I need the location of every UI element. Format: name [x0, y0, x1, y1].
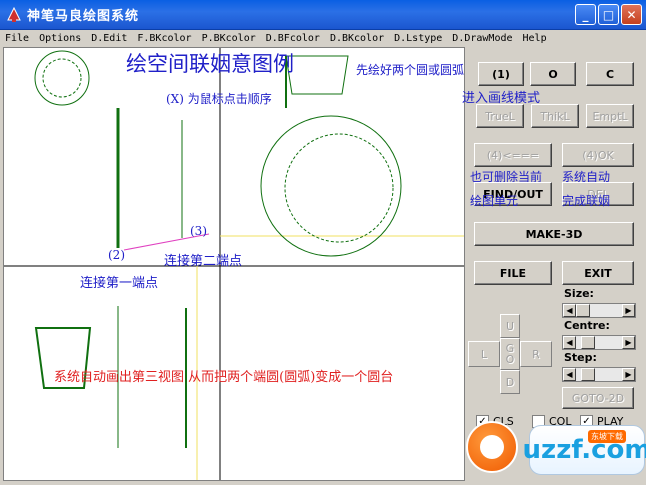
size-scrollbar[interactable]: ◀ ▶ — [562, 303, 636, 318]
o-button[interactable]: O — [530, 62, 576, 86]
watermark-logo-circle — [466, 421, 518, 473]
drawing-canvas[interactable]: 绘空间联姻意图例 (X) 为鼠标点击顺序 (2) (3) 连接第二端点 连接第一… — [3, 47, 465, 481]
pad-down-button[interactable]: D — [500, 370, 520, 394]
emptl-button[interactable]: EmptL — [586, 104, 634, 128]
menu-bar: File Options D.Edit F.BKcolor P.BKcolor … — [0, 30, 646, 46]
size-label: Size: — [564, 287, 594, 300]
point-2-label: (2) — [108, 248, 125, 262]
pad-up-button[interactable]: U — [500, 314, 520, 338]
centre-right-arrow[interactable]: ▶ — [622, 336, 635, 349]
title-bar: 神笔马良绘图系统 _ □ ✕ — [0, 0, 646, 30]
make-3d-button[interactable]: MAKE-3D — [474, 222, 634, 246]
maximize-button[interactable]: □ — [598, 4, 619, 25]
draw-circles-first-text: 先绘好两个圆或圆弧 — [356, 63, 465, 77]
menu-help[interactable]: Help — [518, 33, 552, 44]
menu-d-bkcolor[interactable]: D.BKcolor — [325, 33, 389, 44]
step-scrollbar[interactable]: ◀ ▶ — [562, 367, 636, 382]
menu-d-edit[interactable]: D.Edit — [86, 33, 132, 44]
step-left-arrow[interactable]: ◀ — [563, 368, 576, 381]
connect-second-text: 连接第二端点 — [164, 254, 243, 269]
pad-left-button[interactable]: L — [468, 341, 500, 367]
c-button[interactable]: C — [586, 62, 634, 86]
centre-left-arrow[interactable]: ◀ — [563, 336, 576, 349]
watermark-logo: uzzf.com — [523, 425, 646, 475]
step-right-arrow[interactable]: ▶ — [622, 368, 635, 381]
canvas-title: 绘空间联姻意图例 — [126, 52, 294, 76]
menu-p-bkcolor[interactable]: P.BKcolor — [197, 33, 261, 44]
step-label: Step: — [564, 351, 597, 364]
file-button[interactable]: FILE — [474, 261, 552, 285]
size-right-arrow[interactable]: ▶ — [622, 304, 635, 317]
big-circle-dashed — [284, 133, 394, 243]
step-thumb[interactable] — [581, 368, 595, 381]
watermark-tag: 东坡下载 — [588, 430, 626, 443]
draw-unit-text: 绘图单元 — [470, 194, 519, 208]
exit-button[interactable]: EXIT — [562, 261, 634, 285]
menu-f-bkcolor[interactable]: F.BKcolor — [132, 33, 196, 44]
truel-button[interactable]: TrueL — [476, 104, 524, 128]
size-left-arrow[interactable]: ◀ — [563, 304, 576, 317]
pad-go-button[interactable]: G O — [500, 338, 520, 370]
big-circle — [260, 115, 402, 257]
small-circle-dashed — [42, 58, 82, 98]
point-3-label: (3) — [190, 224, 207, 238]
centre-scrollbar[interactable]: ◀ ▶ — [562, 335, 636, 350]
size-thumb[interactable] — [576, 304, 590, 317]
menu-options[interactable]: Options — [34, 33, 86, 44]
menu-d-drawmode[interactable]: D.DrawMode — [447, 33, 517, 44]
minimize-button[interactable]: _ — [575, 4, 596, 25]
pad-right-button[interactable]: R — [520, 341, 552, 367]
control-panel: (1) O C 先绘好两个圆或圆弧 进入画线模式 TrueL ThikL Emp… — [356, 47, 646, 485]
connect-first-text: 连接第一端点 — [80, 276, 159, 291]
auto-third-view-text: 系统自动画出第三视图 从而把两个端圆(圆弧)变成一个圆台 — [54, 370, 394, 385]
window-title: 神笔马良绘图系统 — [27, 9, 140, 24]
centre-thumb[interactable] — [581, 336, 595, 349]
complete-marriage-text: 完成联姻 — [562, 194, 611, 208]
menu-file[interactable]: File — [0, 33, 34, 44]
ok-button[interactable]: (4)OK — [562, 143, 634, 167]
close-button[interactable]: ✕ — [621, 4, 642, 25]
frustum-top-view — [285, 55, 349, 95]
menu-d-bfcolor[interactable]: D.BFcolor — [261, 33, 325, 44]
menu-d-lstype[interactable]: D.Lstype — [389, 33, 447, 44]
click-order-note: (X) 为鼠标点击顺序 — [166, 92, 272, 106]
goto-2d-button[interactable]: GOTO-2D — [562, 387, 634, 409]
centre-label: Centre: — [564, 319, 610, 332]
back-button[interactable]: (4)<=== — [474, 143, 552, 167]
app-icon — [7, 6, 21, 22]
thikl-button[interactable]: ThikL — [531, 104, 579, 128]
point-1-button[interactable]: (1) — [478, 62, 524, 86]
